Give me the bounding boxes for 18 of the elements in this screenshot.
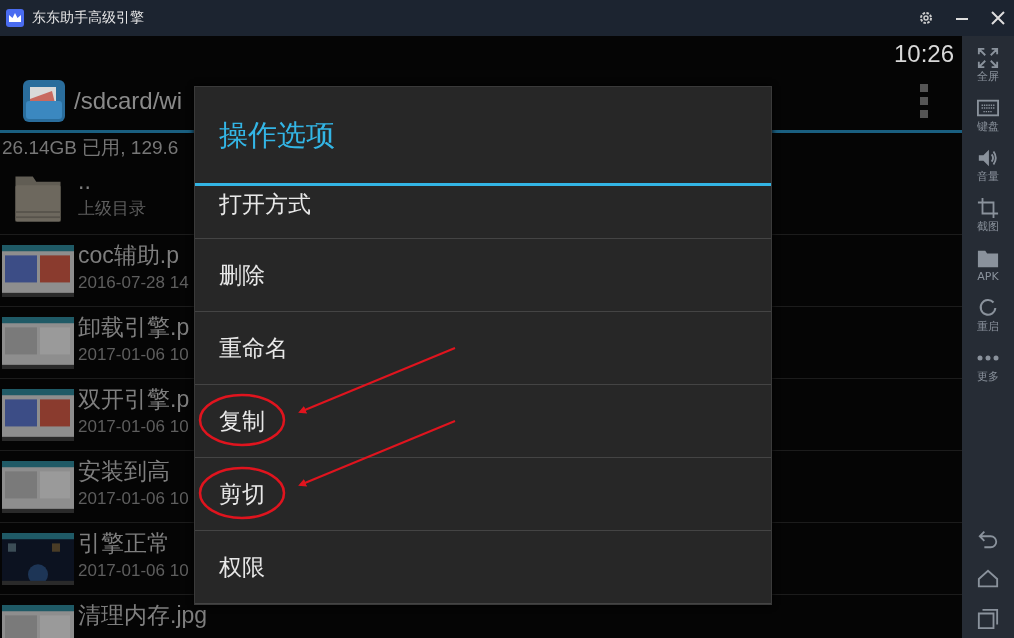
- storage-info: 26.14GB 已用, 129.6: [2, 137, 179, 158]
- file-detail: 2017-01-06 10: [78, 345, 190, 365]
- file-name: 卸载引擎.p: [78, 313, 190, 342]
- clock: 10:26: [893, 40, 954, 68]
- file-name: 清理内存.jpg: [78, 601, 208, 630]
- folder-path: /sdcard/wi: [74, 87, 183, 115]
- file-detail: 上级目录: [78, 198, 146, 220]
- window-title: 东东助手高级引擎: [32, 9, 144, 27]
- file-detail: 2017-01-06 10: [78, 489, 189, 509]
- file-name: ..: [78, 168, 92, 195]
- file-name: coc辅助.p: [78, 241, 180, 270]
- file-name: 安装到高: [78, 457, 171, 486]
- file-name: 双开引擎.p: [78, 385, 190, 414]
- dialog-title: 操作选项: [218, 117, 336, 154]
- file-detail: 2017-01-06 10: [78, 417, 190, 437]
- file-detail: 2017-01-06 10: [78, 561, 189, 581]
- file-detail: 2016-07-28 14: [78, 273, 189, 293]
- file-name: 引擎正常: [78, 529, 171, 558]
